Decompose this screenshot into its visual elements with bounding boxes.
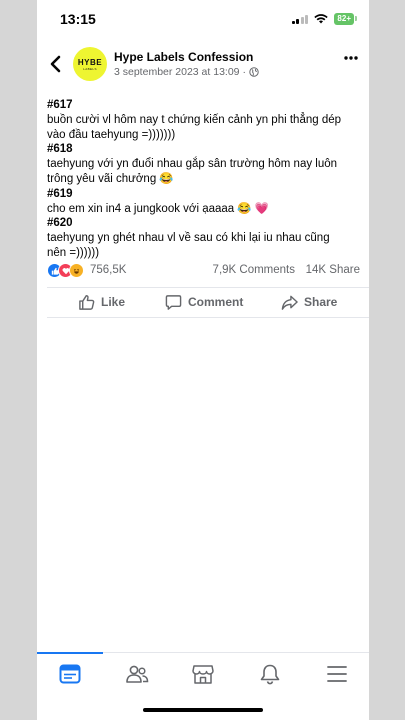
comment-button[interactable]: Comment bbox=[165, 291, 243, 313]
meta-separator: · bbox=[242, 66, 247, 78]
thumbs-up-icon bbox=[79, 294, 95, 310]
post-line: buồn cười vl hôm nay t chứng kiến cảnh y… bbox=[47, 113, 342, 126]
comment-label: Comment bbox=[188, 295, 244, 309]
battery-icon: 82+ bbox=[334, 13, 357, 25]
comment-icon bbox=[165, 294, 182, 310]
signal-icon bbox=[291, 14, 309, 24]
friends-icon[interactable] bbox=[125, 663, 149, 685]
status-icons: 82+ bbox=[291, 13, 357, 25]
page-name[interactable]: Hype Labels Confession bbox=[114, 50, 253, 64]
post-line: taehyung với yn đuổi nhau gắp sân trường… bbox=[47, 158, 338, 171]
post-actions: Like Comment Share bbox=[37, 291, 369, 315]
post-tag: #619 bbox=[47, 187, 73, 200]
home-indicator[interactable] bbox=[143, 708, 263, 712]
avatar-logo-text: HYBE bbox=[77, 57, 103, 67]
reaction-count[interactable]: 756,5K bbox=[90, 264, 126, 276]
like-button[interactable]: Like bbox=[78, 291, 125, 313]
avatar-sub-text: LABELS bbox=[83, 66, 97, 71]
post-date[interactable]: 3 september 2023 at 13:09 bbox=[114, 66, 240, 78]
post-line: trông yêu vãi chưởng 😂 bbox=[47, 172, 174, 185]
page-avatar[interactable]: HYBE LABELS bbox=[73, 47, 107, 81]
phone-screen: 13:15 82+ HYBE LABELS Hype Labels Confes… bbox=[37, 0, 369, 720]
post-meta: 3 september 2023 at 13:09 · bbox=[114, 66, 259, 78]
marketplace-icon[interactable] bbox=[191, 663, 215, 685]
more-options-icon[interactable] bbox=[343, 52, 359, 64]
post-text: #617 buồn cười vl hôm nay t chứng kiến cả… bbox=[47, 98, 363, 261]
back-arrow-icon[interactable] bbox=[48, 53, 64, 75]
post-line: vào đầu taehyung =))))))) bbox=[47, 128, 176, 141]
engagement-bar: 756,5K 7,9K Comments 14K Share bbox=[47, 263, 360, 279]
status-bar: 13:15 82+ bbox=[37, 0, 369, 40]
post-tag: #617 bbox=[47, 99, 73, 111]
share-icon bbox=[281, 295, 298, 310]
active-tab-indicator bbox=[37, 652, 103, 654]
post-header: HYBE LABELS Hype Labels Confession 3 sep… bbox=[37, 44, 369, 90]
reaction-icons[interactable] bbox=[47, 263, 84, 278]
share-label: Share bbox=[304, 295, 338, 309]
shares-count[interactable]: 14K Share bbox=[306, 264, 360, 276]
post-tag: #620 bbox=[47, 217, 73, 230]
status-time: 13:15 bbox=[60, 11, 96, 27]
like-label: Like bbox=[101, 295, 126, 309]
globe-icon bbox=[249, 67, 259, 77]
post-tag: #618 bbox=[47, 143, 73, 156]
divider bbox=[47, 287, 369, 288]
comments-count[interactable]: 7,9K Comments bbox=[213, 264, 295, 276]
feed-icon[interactable] bbox=[58, 663, 82, 685]
haha-icon bbox=[69, 263, 84, 278]
notifications-icon[interactable] bbox=[258, 663, 282, 685]
post-line: cho em xin in4 a jungkook với ạaaaa 😂 💗 bbox=[47, 202, 270, 215]
wifi-icon bbox=[314, 14, 329, 24]
menu-icon[interactable] bbox=[325, 663, 349, 685]
post-line: nên =)))))) bbox=[47, 246, 100, 259]
divider bbox=[47, 317, 369, 318]
post-line: taehyung yn ghét nhau vl về sau có khi l… bbox=[47, 232, 330, 245]
share-button[interactable]: Share bbox=[281, 291, 337, 313]
